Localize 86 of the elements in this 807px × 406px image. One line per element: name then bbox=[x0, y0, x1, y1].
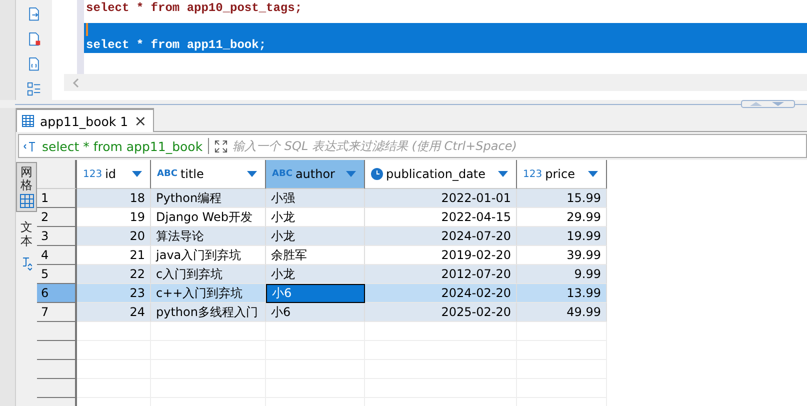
table-cell: 2019-02-20 bbox=[365, 246, 517, 265]
filter-field[interactable]: select * from app11_book 输入一个 SQL 表达式来过滤结果 (使用 Ctrl+Space) bbox=[18, 134, 807, 158]
sort-icon[interactable] bbox=[346, 171, 356, 177]
table-cell: Python编程 bbox=[151, 189, 266, 208]
table-cell: 小龙 bbox=[266, 208, 365, 227]
view-tab[interactable]: 网格 bbox=[16, 162, 37, 212]
column-header[interactable]: ABC title bbox=[151, 160, 266, 189]
table-icon bbox=[22, 115, 34, 127]
column-name: publication_date bbox=[386, 167, 487, 181]
execute-script-icon[interactable] bbox=[27, 6, 41, 22]
text-type-icon: ABC bbox=[157, 169, 178, 179]
table-cell: 13.99 bbox=[517, 284, 607, 303]
table-cell: 余胜军 bbox=[266, 246, 365, 265]
row-number[interactable]: 2 bbox=[37, 208, 77, 227]
table-cell: 2022-04-15 bbox=[365, 208, 517, 227]
view-tab[interactable]: 文本 bbox=[17, 218, 36, 251]
text-format-icon[interactable] bbox=[22, 256, 32, 271]
column-header[interactable]: 123 id bbox=[77, 160, 151, 189]
sort-icon[interactable] bbox=[588, 171, 598, 177]
row-number[interactable]: 6 bbox=[37, 284, 77, 303]
row-number[interactable]: 4 bbox=[37, 246, 77, 265]
table-cell: 24 bbox=[77, 303, 151, 322]
sort-icon[interactable] bbox=[498, 171, 508, 177]
row-number[interactable]: 7 bbox=[37, 303, 77, 322]
table-cell: 20 bbox=[77, 227, 151, 246]
text-cursor-icon bbox=[23, 140, 37, 152]
table-cell: 小龙 bbox=[266, 265, 365, 284]
table-cell: 23 bbox=[77, 284, 151, 303]
code-line: select * from app11_book; bbox=[86, 38, 266, 52]
column-header[interactable]: 123 price bbox=[517, 160, 607, 189]
grid-icon bbox=[20, 194, 34, 208]
table-cell: 19 bbox=[77, 208, 151, 227]
table-cell: python多线程入门 bbox=[151, 303, 266, 322]
table-cell: 2022-01-01 bbox=[365, 189, 517, 208]
table-cell: java入门到弃坑 bbox=[151, 246, 266, 265]
number-type-icon: 123 bbox=[523, 168, 542, 180]
table-cell: 21 bbox=[77, 246, 151, 265]
row-number[interactable] bbox=[37, 360, 77, 379]
file-variable-icon[interactable] bbox=[27, 56, 41, 72]
table-cell: 19.99 bbox=[517, 227, 607, 246]
column-name: title bbox=[180, 167, 205, 181]
query-text[interactable]: select * from app11_book bbox=[42, 138, 203, 154]
table-cell: 小龙 bbox=[266, 227, 365, 246]
close-icon[interactable]: × bbox=[134, 114, 147, 128]
table-cell: 49.99 bbox=[517, 303, 607, 322]
row-number[interactable]: 3 bbox=[37, 227, 77, 246]
column-name: author bbox=[295, 167, 336, 181]
tab-label: app11_book 1 bbox=[40, 114, 128, 128]
text-type-icon: ABC bbox=[272, 169, 292, 179]
table-cell: c++入门到弃坑 bbox=[151, 284, 266, 303]
number-type-icon: 123 bbox=[83, 168, 102, 180]
row-number[interactable] bbox=[37, 341, 77, 360]
table-cell: 小6 bbox=[266, 284, 365, 303]
table-cell: Django Web开发 bbox=[151, 208, 266, 227]
table-cell: 29.99 bbox=[517, 208, 607, 227]
table-cell: 22 bbox=[77, 265, 151, 284]
column-name: id bbox=[105, 167, 118, 181]
row-number[interactable] bbox=[37, 379, 77, 398]
table-cell: c入门到弃坑 bbox=[151, 265, 266, 284]
row-number[interactable]: 1 bbox=[37, 189, 77, 208]
column-header[interactable]: publication_date bbox=[365, 160, 517, 189]
column-name: price bbox=[545, 167, 576, 181]
outline-icon[interactable] bbox=[27, 81, 41, 97]
sort-icon[interactable] bbox=[132, 171, 142, 177]
row-number[interactable]: 5 bbox=[37, 265, 77, 284]
file-error-icon[interactable] bbox=[27, 31, 41, 47]
table-cell: 2012-07-20 bbox=[365, 265, 517, 284]
code-line: select * from app10_post_tags; bbox=[86, 1, 302, 15]
table-cell: 18 bbox=[77, 189, 151, 208]
row-number[interactable] bbox=[37, 322, 77, 341]
table-cell: 2025-02-20 bbox=[365, 303, 517, 322]
panel-toggle-icon[interactable] bbox=[741, 100, 795, 108]
table-cell: 2024-02-20 bbox=[365, 284, 517, 303]
table-cell: 15.99 bbox=[517, 189, 607, 208]
table-cell: 算法导论 bbox=[151, 227, 266, 246]
table-cell: 2024-07-20 bbox=[365, 227, 517, 246]
clock-icon bbox=[371, 168, 383, 180]
result-tab[interactable]: app11_book 1 × bbox=[16, 108, 154, 132]
grid-corner bbox=[37, 160, 77, 189]
table-cell: 小强 bbox=[266, 189, 365, 208]
column-header[interactable]: ABC author bbox=[266, 160, 365, 189]
expand-icon[interactable] bbox=[214, 140, 228, 152]
table-cell: 39.99 bbox=[517, 246, 607, 265]
table-cell: 小6 bbox=[266, 303, 365, 322]
table-cell: 9.99 bbox=[517, 265, 607, 284]
sort-icon[interactable] bbox=[247, 171, 257, 177]
